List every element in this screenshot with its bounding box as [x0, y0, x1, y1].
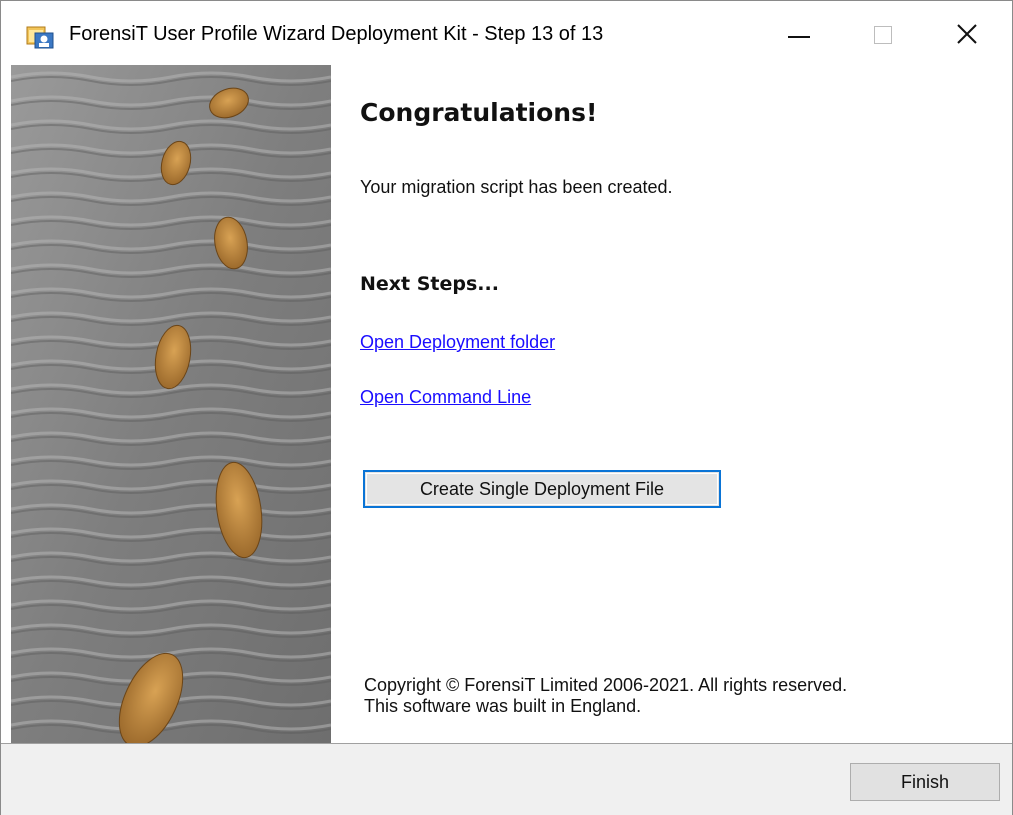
close-button[interactable]: [922, 1, 1012, 65]
close-icon: [957, 24, 977, 44]
footprints-image: [11, 65, 331, 743]
finish-button-label: Finish: [900, 771, 949, 792]
create-button-label: Create Single Deployment File: [419, 478, 665, 499]
title-bar[interactable]: ForensiT User Profile Wizard Deployment …: [1, 1, 1012, 65]
page-heading: Congratulations!: [360, 98, 598, 127]
open-deployment-folder-link[interactable]: Open Deployment folder: [360, 332, 555, 353]
maximize-icon: [874, 26, 892, 44]
minimize-button[interactable]: [756, 1, 846, 65]
copyright-line: Copyright © ForensiT Limited 2006-2021. …: [364, 675, 848, 695]
wizard-window: ForensiT User Profile Wizard Deployment …: [0, 0, 1013, 815]
status-message: Your migration script has been created.: [360, 177, 673, 197]
copyright-text: Copyright © ForensiT Limited 2006-2021. …: [364, 675, 847, 717]
button-bar: Finish: [1, 743, 1012, 815]
app-icon: [25, 24, 55, 50]
origin-line: This software was built in England.: [364, 696, 642, 716]
window-title: ForensiT User Profile Wizard Deployment …: [69, 23, 604, 45]
content-panel: Congratulations! Your migration script h…: [331, 65, 1012, 743]
finish-button[interactable]: Finish: [850, 763, 1000, 801]
create-single-deployment-file-button[interactable]: Create Single Deployment File: [363, 470, 721, 508]
minimize-icon: [788, 36, 810, 38]
next-steps-heading: Next Steps...: [360, 273, 499, 295]
open-command-line-link[interactable]: Open Command Line: [360, 387, 531, 408]
